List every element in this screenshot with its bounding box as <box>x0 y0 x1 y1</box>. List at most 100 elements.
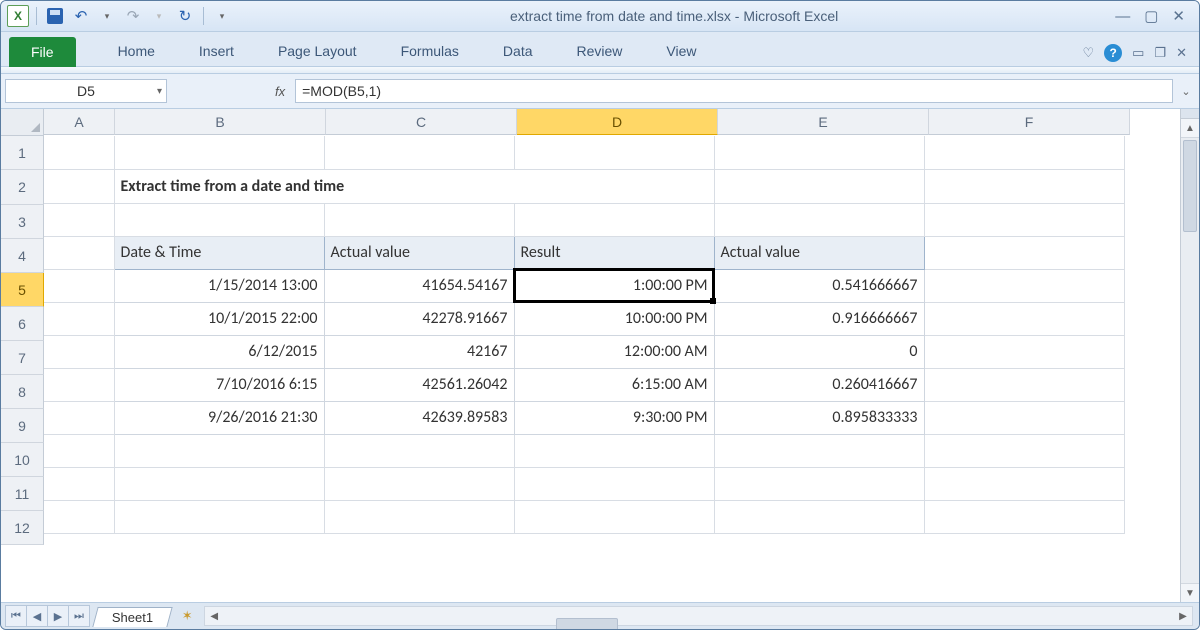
cell[interactable] <box>924 236 1124 269</box>
cell[interactable] <box>714 169 924 203</box>
cell[interactable]: 0.541666667 <box>714 269 924 302</box>
scroll-left-icon[interactable]: ◀ <box>205 611 223 622</box>
cell[interactable] <box>44 335 114 368</box>
cell[interactable]: 1:00:00 PM <box>514 269 714 302</box>
new-sheet-button[interactable]: ✶ <box>176 607 198 625</box>
cell[interactable]: 9/26/2016 21:30 <box>114 401 324 434</box>
tab-page-layout[interactable]: Page Layout <box>256 36 379 66</box>
row-header-6[interactable]: 6 <box>1 307 44 341</box>
cell[interactable] <box>114 467 324 500</box>
cell[interactable]: Result <box>514 236 714 269</box>
cell[interactable]: 10:00:00 PM <box>514 302 714 335</box>
cell[interactable]: Actual value <box>324 236 514 269</box>
cell[interactable] <box>924 467 1124 500</box>
row-header-11[interactable]: 11 <box>1 477 44 511</box>
cell[interactable]: Extract time from a date and time <box>114 169 714 203</box>
cell[interactable] <box>44 401 114 434</box>
formula-input[interactable]: =MOD(B5,1) <box>295 79 1173 103</box>
cell[interactable]: 42278.91667 <box>324 302 514 335</box>
undo-button[interactable]: ↶ <box>70 5 92 27</box>
cell[interactable] <box>44 203 114 236</box>
cell[interactable] <box>514 434 714 467</box>
cell[interactable]: 0 <box>714 335 924 368</box>
cell[interactable] <box>514 136 714 169</box>
cell[interactable] <box>924 302 1124 335</box>
cell[interactable]: 12:00:00 AM <box>514 335 714 368</box>
touch-mode-button[interactable]: ↻ <box>174 5 196 27</box>
qat-customize[interactable]: ▾ <box>211 5 233 27</box>
cell[interactable] <box>514 203 714 236</box>
split-handle-top[interactable] <box>1180 109 1199 119</box>
sheet-nav-last[interactable]: ⏭ <box>68 605 90 627</box>
cell[interactable] <box>114 500 324 533</box>
cell[interactable] <box>44 434 114 467</box>
redo-button[interactable]: ↷ <box>122 5 144 27</box>
cell[interactable] <box>924 136 1124 169</box>
cell[interactable] <box>114 136 324 169</box>
row-header-4[interactable]: 4 <box>1 239 44 273</box>
cell[interactable] <box>44 169 114 203</box>
cell[interactable] <box>44 236 114 269</box>
cell[interactable] <box>44 500 114 533</box>
row-header-12[interactable]: 12 <box>1 511 44 545</box>
cell[interactable] <box>324 203 514 236</box>
ribbon-minimize-icon[interactable]: ♡ <box>1082 45 1094 61</box>
cell[interactable] <box>924 269 1124 302</box>
app-icon[interactable] <box>7 5 29 27</box>
save-button[interactable] <box>44 5 66 27</box>
cell[interactable] <box>324 500 514 533</box>
column-header-E[interactable]: E <box>718 109 929 135</box>
cell[interactable] <box>924 401 1124 434</box>
maximize-button[interactable]: ▢ <box>1144 7 1158 25</box>
scroll-down-icon[interactable]: ▼ <box>1181 583 1199 602</box>
help-button[interactable]: ? <box>1104 44 1122 62</box>
tab-insert[interactable]: Insert <box>177 36 256 66</box>
fx-icon[interactable]: fx <box>275 84 285 99</box>
cell[interactable]: 42639.89583 <box>324 401 514 434</box>
cell[interactable] <box>114 434 324 467</box>
cell[interactable] <box>924 335 1124 368</box>
cell[interactable] <box>924 169 1124 203</box>
undo-dropdown[interactable]: ▾ <box>96 5 118 27</box>
vscroll-thumb[interactable] <box>1183 140 1197 232</box>
tab-home[interactable]: Home <box>96 36 177 66</box>
cell[interactable] <box>714 467 924 500</box>
win-close-icon[interactable]: ✕ <box>1176 45 1187 61</box>
row-header-5[interactable]: 5 <box>1 273 44 307</box>
row-header-7[interactable]: 7 <box>1 341 44 375</box>
scroll-right-icon[interactable]: ▶ <box>1174 611 1192 622</box>
column-header-C[interactable]: C <box>326 109 517 135</box>
row-header-2[interactable]: 2 <box>1 170 44 205</box>
scroll-up-icon[interactable]: ▲ <box>1181 119 1199 138</box>
tab-review[interactable]: Review <box>555 36 645 66</box>
tab-view[interactable]: View <box>644 36 718 66</box>
hscroll-thumb[interactable] <box>556 618 618 630</box>
vertical-scrollbar[interactable]: ▲ ▼ <box>1180 119 1199 602</box>
sheet-tab-sheet1[interactable]: Sheet1 <box>92 607 173 627</box>
cell[interactable] <box>714 500 924 533</box>
cell[interactable] <box>324 434 514 467</box>
cell[interactable]: 42561.26042 <box>324 368 514 401</box>
cell[interactable] <box>44 269 114 302</box>
cell[interactable] <box>324 467 514 500</box>
row-header-8[interactable]: 8 <box>1 375 44 409</box>
win-minimize-icon[interactable]: ▭ <box>1132 45 1144 61</box>
cell[interactable] <box>714 434 924 467</box>
cell[interactable] <box>114 203 324 236</box>
row-header-1[interactable]: 1 <box>1 136 44 170</box>
sheet-nav-first[interactable]: ⏮ <box>5 605 27 627</box>
horizontal-scrollbar[interactable]: ◀ ▶ <box>204 606 1193 626</box>
select-all-corner[interactable] <box>1 109 44 136</box>
cell[interactable]: 6/12/2015 <box>114 335 324 368</box>
win-restore-icon[interactable]: ❐ <box>1154 45 1166 61</box>
tab-formulas[interactable]: Formulas <box>379 36 481 66</box>
cell[interactable]: 7/10/2016 6:15 <box>114 368 324 401</box>
cell[interactable] <box>924 500 1124 533</box>
cell[interactable]: 10/1/2015 22:00 <box>114 302 324 335</box>
cell[interactable] <box>44 467 114 500</box>
cell[interactable] <box>714 136 924 169</box>
cell[interactable] <box>44 368 114 401</box>
cell[interactable]: 1/15/2014 13:00 <box>114 269 324 302</box>
cell[interactable] <box>714 203 924 236</box>
cell[interactable]: Date & Time <box>114 236 324 269</box>
